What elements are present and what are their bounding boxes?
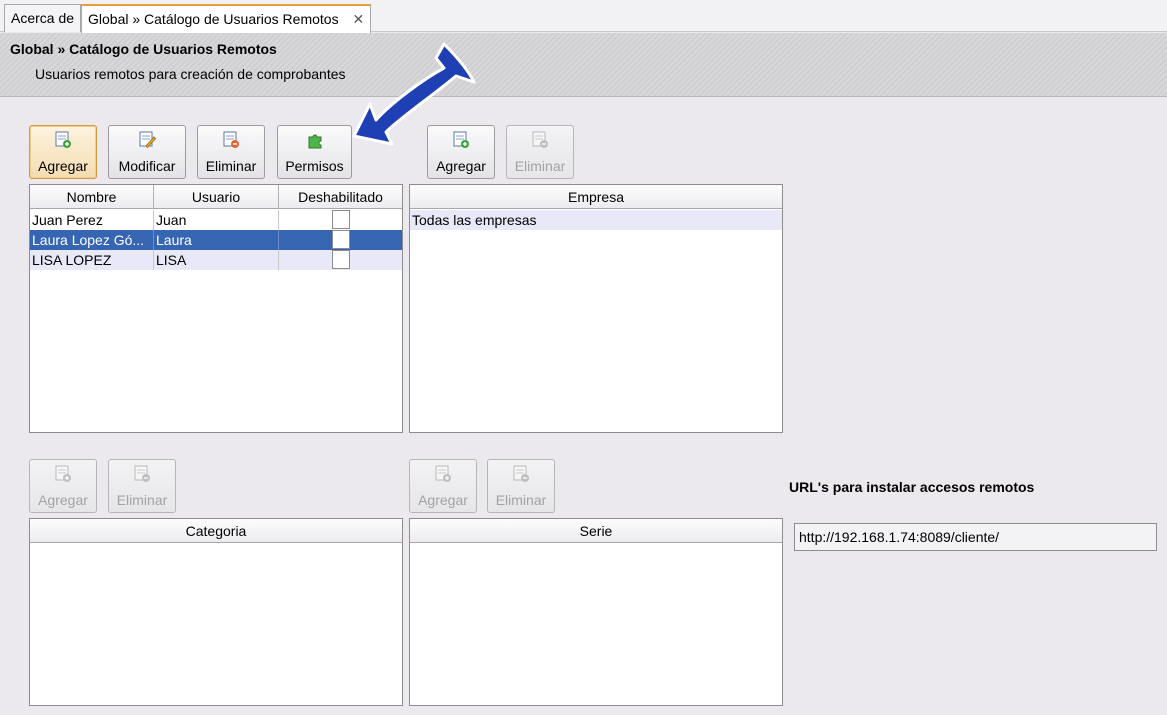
add-document-icon <box>55 131 71 148</box>
column-header-company[interactable]: Empresa <box>410 185 782 209</box>
delete-user-button[interactable]: Eliminar <box>197 125 265 179</box>
delete-series-label: Eliminar <box>495 492 547 508</box>
company-table-header: Empresa <box>410 185 782 209</box>
delete-document-icon <box>134 465 150 482</box>
users-table-header: Nombre Usuario Deshabilitado <box>30 185 402 209</box>
column-header-user[interactable]: Usuario <box>154 185 279 209</box>
url-field[interactable]: http://192.168.1.74:8089/cliente/ <box>794 523 1157 551</box>
add-category-button[interactable]: Agregar <box>29 459 97 513</box>
category-table-header: Categoria <box>30 519 402 543</box>
add-category-label: Agregar <box>38 492 88 508</box>
users-table[interactable]: Nombre Usuario Deshabilitado Juan Perez … <box>29 184 403 433</box>
table-row[interactable]: Todas las empresas <box>410 210 782 230</box>
modify-user-label: Modificar <box>118 158 176 174</box>
urls-label: URL's para instalar accesos remotos <box>789 479 1035 495</box>
tab-remote-users-label: Global » Catálogo de Usuarios Remotos <box>88 11 339 27</box>
column-header-category[interactable]: Categoria <box>30 519 402 543</box>
cell-name: Juan Perez <box>30 210 154 230</box>
page-subtitle: Usuarios remotos para creación de compro… <box>35 66 346 82</box>
cell-company: Todas las empresas <box>412 212 537 228</box>
edit-document-icon <box>139 131 156 149</box>
cell-user: Juan <box>154 210 279 230</box>
tab-about-label: Acerca de <box>11 10 75 26</box>
cell-user: Laura <box>154 230 279 250</box>
series-table[interactable]: Serie <box>409 518 783 706</box>
close-icon[interactable]: ✕ <box>352 11 364 27</box>
delete-company-button[interactable]: Eliminar <box>506 125 574 179</box>
page-title: Global » Catálogo de Usuarios Remotos <box>10 41 277 57</box>
table-row[interactable]: LISA LOPEZ LISA <box>30 250 402 270</box>
series-table-header: Serie <box>410 519 782 543</box>
column-header-series[interactable]: Serie <box>410 519 782 543</box>
table-row-selected[interactable]: Laura Lopez Gó... Laura <box>30 230 402 250</box>
page-header: Global » Catálogo de Usuarios Remotos Us… <box>0 33 1167 97</box>
column-header-disabled[interactable]: Deshabilitado <box>279 185 402 209</box>
category-table[interactable]: Categoria <box>29 518 403 706</box>
tab-strip: Acerca de Global » Catálogo de Usuarios … <box>0 0 1167 33</box>
add-document-icon <box>55 465 71 482</box>
add-user-button[interactable]: Agregar <box>29 125 97 179</box>
company-table[interactable]: Empresa Todas las empresas <box>409 184 783 433</box>
add-document-icon <box>435 465 451 482</box>
tab-about[interactable]: Acerca de <box>4 4 82 32</box>
add-company-label: Agregar <box>436 158 486 174</box>
permissions-label: Permisos <box>285 158 344 174</box>
cell-name: LISA LOPEZ <box>30 250 154 270</box>
disabled-checkbox[interactable] <box>332 210 350 229</box>
delete-category-button[interactable]: Eliminar <box>108 459 176 513</box>
cell-user: LISA <box>154 250 279 270</box>
delete-category-label: Eliminar <box>116 492 168 508</box>
add-series-label: Agregar <box>418 492 468 508</box>
add-series-button[interactable]: Agregar <box>409 459 477 513</box>
delete-series-button[interactable]: Eliminar <box>487 459 555 513</box>
disabled-checkbox[interactable] <box>332 230 350 249</box>
delete-company-label: Eliminar <box>514 158 566 174</box>
tab-remote-users[interactable]: Global » Catálogo de Usuarios Remotos ✕ <box>81 4 372 33</box>
delete-document-icon <box>532 131 548 148</box>
pointer-arrow-icon <box>352 42 476 146</box>
delete-user-label: Eliminar <box>205 158 257 174</box>
add-user-label: Agregar <box>38 158 88 174</box>
delete-document-icon <box>513 465 529 482</box>
puzzle-piece-icon <box>308 134 321 149</box>
delete-document-icon <box>223 131 239 148</box>
modify-user-button[interactable]: Modificar <box>108 125 186 179</box>
disabled-checkbox[interactable] <box>332 250 350 269</box>
table-row[interactable]: Juan Perez Juan <box>30 210 402 230</box>
cell-name: Laura Lopez Gó... <box>30 230 154 250</box>
column-header-name[interactable]: Nombre <box>30 185 154 209</box>
